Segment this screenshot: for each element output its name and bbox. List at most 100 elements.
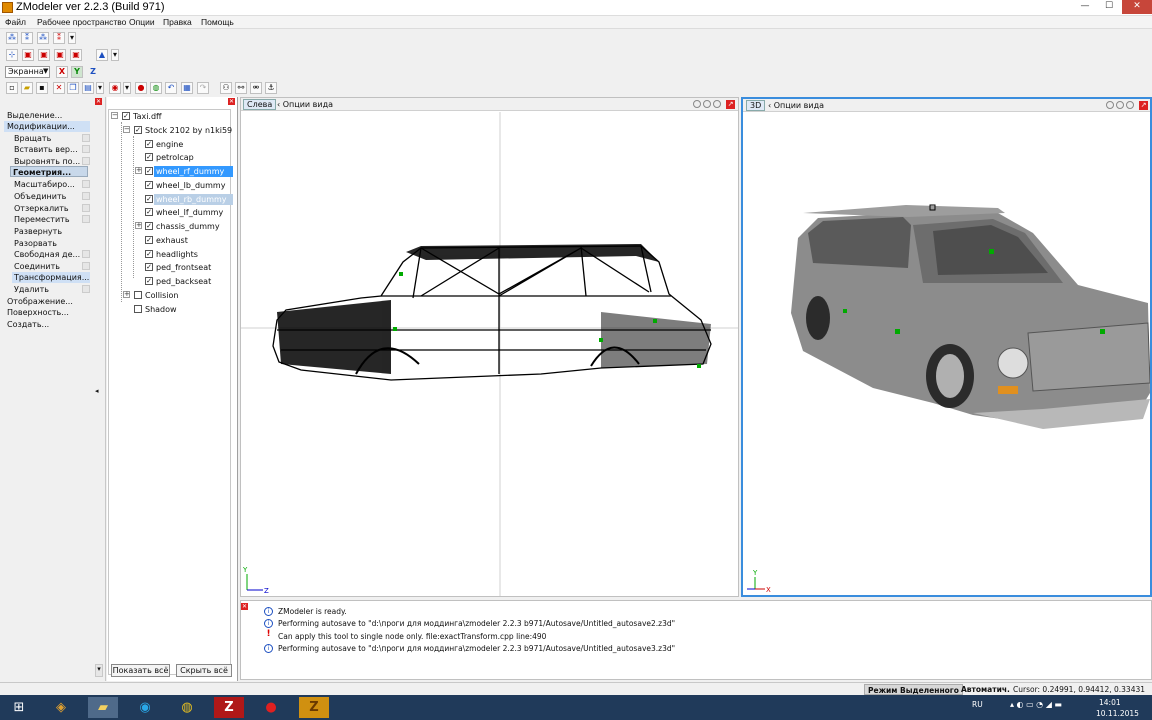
viewport-left-tab[interactable]: Слева	[243, 99, 277, 110]
close-button[interactable]: ✕	[1122, 0, 1152, 14]
close-panel-icon[interactable]: ✕	[95, 98, 102, 105]
paste-icon[interactable]: ▤	[82, 82, 94, 94]
node-checkbox[interactable]: ✓	[122, 112, 130, 120]
hide-all-button[interactable]: Скрыть всё	[176, 664, 232, 677]
minimize-button[interactable]: —	[1074, 0, 1096, 14]
cmd-unwrap[interactable]: Развернуть	[14, 226, 62, 237]
cmd-free-deform[interactable]: Свободная де...	[14, 249, 80, 260]
node-checkbox[interactable]: ✓	[145, 236, 153, 244]
menu-file[interactable]: Файл	[5, 17, 26, 27]
clock-date[interactable]: 10.11.2015	[1096, 709, 1139, 718]
node-checkbox[interactable]: ✓	[134, 126, 142, 134]
filezilla-icon[interactable]: Z	[214, 697, 244, 718]
select-edge-icon[interactable]: ⁑	[21, 32, 33, 44]
cmd-move[interactable]: Переместить	[14, 214, 70, 225]
redo-icon[interactable]: ↷	[197, 82, 209, 94]
cmd-display[interactable]: Отображение...	[7, 296, 73, 307]
cmd-merge[interactable]: Объединить	[14, 191, 66, 202]
tray-icons[interactable]: ▴ ◐ ▭ ◔ ◢ ▬	[1010, 700, 1062, 709]
splitter-arrow-icon[interactable]: ◂	[95, 387, 99, 395]
node-checkbox[interactable]: ✓	[145, 208, 153, 216]
tree-node-wheel-rf[interactable]: wheel_rf_dummy	[154, 166, 233, 177]
mode-cube-icon[interactable]: ▣	[22, 49, 34, 61]
expand-icon[interactable]: −	[123, 126, 130, 133]
recorder-icon[interactable]: ●	[256, 697, 286, 718]
auto-status[interactable]: Автоматич.	[958, 684, 1013, 695]
node-checkbox[interactable]: ✓	[145, 153, 153, 161]
select-object-icon[interactable]: ⁑	[53, 32, 65, 44]
axis-z-toggle[interactable]: Z	[87, 66, 99, 78]
record-icon[interactable]: ●	[135, 82, 147, 94]
undo-icon[interactable]: ↶	[165, 82, 177, 94]
cmd-surface[interactable]: Поверхность...	[7, 307, 69, 318]
tree-node-chassis[interactable]: chassis_dummy	[156, 221, 220, 232]
maximize-viewport-icon[interactable]: ↗	[1139, 101, 1148, 110]
tree-node-ped-frontseat[interactable]: ped_frontseat	[156, 262, 211, 273]
pivot-icon[interactable]: ⚓	[265, 82, 277, 94]
dropdown-arrow-icon[interactable]: ▾	[123, 82, 131, 94]
render-icon[interactable]: ◉	[109, 82, 121, 94]
view-options-menu[interactable]: ‹ Опции вида	[768, 101, 824, 110]
expand-icon[interactable]: −	[111, 112, 118, 119]
pan-icon[interactable]	[1126, 101, 1134, 109]
node-checkbox[interactable]: ✓	[145, 181, 153, 189]
app-tool-icon[interactable]: ◈	[46, 697, 76, 718]
viewport-3d-tab[interactable]: 3D	[746, 100, 766, 111]
delete-icon[interactable]: ✕	[53, 82, 65, 94]
node-checkbox[interactable]: ✓	[145, 263, 153, 271]
skype-icon[interactable]: ◉	[130, 697, 160, 718]
expand-icon[interactable]: +	[123, 291, 130, 298]
tree-node-engine[interactable]: engine	[156, 139, 183, 150]
mode-face-icon[interactable]: ▣	[54, 49, 66, 61]
tree-node-stock[interactable]: Stock 2102 by n1ki59	[145, 125, 232, 136]
cmd-rotate[interactable]: Вращать	[14, 133, 51, 144]
zmodeler-taskbar-icon[interactable]: Z	[299, 697, 329, 718]
pan-icon[interactable]	[713, 100, 721, 108]
menu-options[interactable]: Опции	[129, 17, 155, 27]
file-explorer-icon[interactable]: ▰	[88, 697, 118, 718]
show-all-button[interactable]: Показать всё	[111, 664, 170, 677]
cmd-scale[interactable]: Масштабиро...	[14, 179, 75, 190]
tree-node-collision[interactable]: Collision	[145, 290, 179, 301]
cmd-modify[interactable]: Модификации...	[4, 121, 90, 132]
rotate-view-icon[interactable]	[1116, 101, 1124, 109]
viewport-left[interactable]: Слева ‹ Опции вида ↗ Y Z	[240, 97, 739, 597]
tree-node-ped-backseat[interactable]: ped_backseat	[156, 276, 211, 287]
tree-node-file[interactable]: Taxi.dff	[133, 111, 162, 122]
mode-box-icon[interactable]: ▣	[38, 49, 50, 61]
select-face-icon[interactable]: ⁂	[37, 32, 49, 44]
cmd-join[interactable]: Соединить	[14, 261, 60, 272]
save-icon[interactable]: ▪	[36, 82, 48, 94]
dropdown-arrow-icon[interactable]: ▾	[111, 49, 119, 61]
view-options-menu[interactable]: ‹ Опции вида	[277, 100, 333, 109]
node-checkbox[interactable]: ✓	[145, 167, 153, 175]
link-icon[interactable]: ⚯	[235, 82, 247, 94]
select-vertex-icon[interactable]: ⁂	[6, 32, 18, 44]
cmd-transform[interactable]: Трансформация...	[12, 272, 90, 283]
scroll-down-icon[interactable]: ▾	[95, 664, 103, 677]
cmd-insert-vertex[interactable]: Вставить вер...	[14, 144, 78, 155]
node-checkbox[interactable]	[134, 291, 142, 299]
tree-node-wheel-lf[interactable]: wheel_lf_dummy	[156, 207, 223, 218]
node-checkbox[interactable]: ✓	[145, 277, 153, 285]
node-checkbox[interactable]: ✓	[145, 222, 153, 230]
cmd-select[interactable]: Выделение...	[7, 110, 62, 121]
mode-object-icon[interactable]: ▣	[70, 49, 82, 61]
zoom-icon[interactable]	[693, 100, 701, 108]
menu-help[interactable]: Помощь	[201, 17, 234, 27]
close-log-icon[interactable]: ✕	[241, 603, 248, 610]
material-icon[interactable]: ◍	[150, 82, 162, 94]
cmd-split[interactable]: Разорвать	[14, 238, 57, 249]
start-windows-icon[interactable]: ⊞	[4, 697, 34, 718]
properties-icon[interactable]: ▦	[181, 82, 193, 94]
language-indicator[interactable]: RU	[972, 700, 983, 709]
tree-node-wheel-rb[interactable]: wheel_rb_dummy	[154, 194, 233, 205]
node-checkbox[interactable]: ✓	[145, 250, 153, 258]
expand-icon[interactable]: +	[135, 222, 142, 229]
node-checkbox[interactable]: ✓	[145, 195, 153, 203]
expand-icon[interactable]: +	[135, 167, 142, 174]
cmd-geometry[interactable]: Геометрия...	[10, 166, 88, 177]
axis-y-toggle[interactable]: Y	[71, 66, 83, 78]
copy-icon[interactable]: ❐	[67, 82, 79, 94]
open-folder-icon[interactable]: ▰	[21, 82, 33, 94]
